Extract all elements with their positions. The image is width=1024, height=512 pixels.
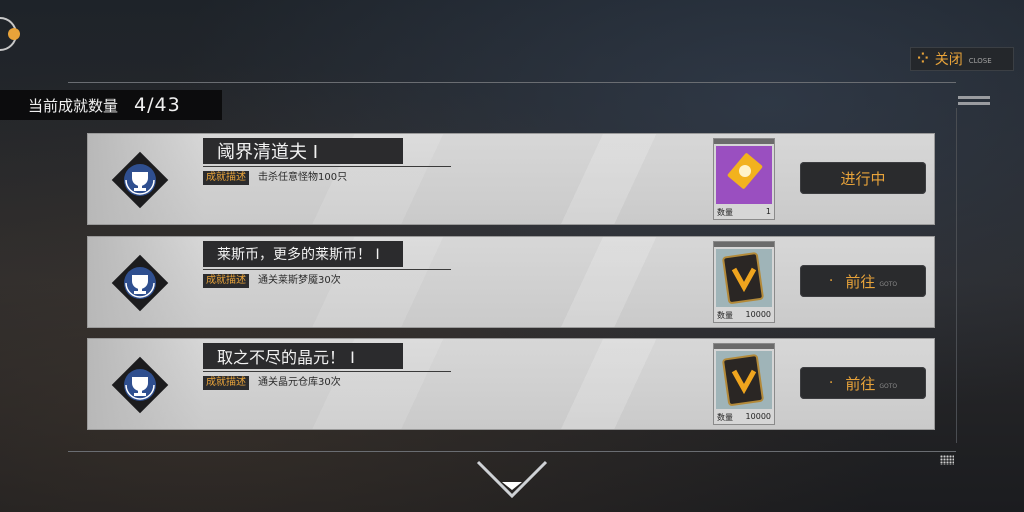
reward-strip [714,242,774,247]
close-icon: ⁘ [917,51,929,67]
menu-lines-icon [958,96,990,108]
trophy-badge-icon [111,151,169,209]
bottom-divider [68,451,956,452]
close-label: 关闭 [934,52,963,68]
dark-gold-card-icon [716,351,772,409]
achievement-desc: 通关莱斯梦魇30次 [258,275,341,286]
action-label: 前往 [845,272,876,291]
action-sub-label: GOTO [879,280,898,288]
trophy-badge-icon [111,254,169,312]
close-sub-label: CLOSE [968,57,992,65]
trophy-badge-icon [111,356,169,414]
title-underline [203,371,451,372]
reward-qty: 10000 [745,412,771,421]
close-button[interactable]: ⁘ 关闭 CLOSE [910,47,1014,71]
action-sub-label: GOTO [879,382,898,390]
action-dot: · [828,273,834,289]
reward-qty: 1 [765,207,771,216]
goto-button[interactable]: · 前往 GOTO [800,265,926,297]
in-progress-button[interactable]: 进行中 [800,162,926,194]
achievement-card: 取之不尽的晶元！ Ⅰ 成就描述 通关晶元仓库30次 数量 10000 · 前往 … [87,338,935,430]
achievement-count-label: 当前成就数量 [28,96,119,115]
title-underline [203,166,451,167]
title-underline [203,269,451,270]
dark-gold-card-icon [716,249,772,307]
grid-dots-icon [940,455,954,465]
top-divider [68,82,956,83]
action-label: 进行中 [840,169,886,188]
desc-tag: 成就描述 [203,376,249,390]
reward-item[interactable]: 数量 10000 [713,343,775,425]
reward-qty-label: 数量 [717,311,733,320]
achievement-title: 取之不尽的晶元！ Ⅰ [203,343,403,369]
reward-strip [714,344,774,349]
desc-tag: 成就描述 [203,171,249,185]
achievement-card: 阈界清道夫 Ⅰ 成就描述 击杀任意怪物100只 数量 1 进行中 [87,133,935,225]
achievement-desc: 击杀任意怪物100只 [258,172,348,183]
desc-tag: 成就描述 [203,274,249,288]
reward-qty: 10000 [745,310,771,319]
reward-item[interactable]: 数量 1 [713,138,775,220]
action-dot: · [828,375,834,391]
reward-qty-label: 数量 [717,208,733,217]
right-rail [956,108,957,443]
reward-item[interactable]: 数量 10000 [713,241,775,323]
achievement-count-bar: 当前成就数量 4/43 [0,90,222,120]
corner-ring-decoration [0,17,20,51]
achievement-card: 莱斯币，更多的莱斯币！ Ⅰ 成就描述 通关莱斯梦魇30次 数量 10000 · … [87,236,935,328]
achievement-title: 阈界清道夫 Ⅰ [203,138,403,164]
goto-button[interactable]: · 前往 GOTO [800,367,926,399]
scroll-down-chevron-icon[interactable] [476,460,548,500]
purple-gold-card-icon [716,146,772,204]
achievement-count-value: 4/43 [134,94,181,116]
reward-strip [714,139,774,144]
achievement-title: 莱斯币，更多的莱斯币！ Ⅰ [203,241,403,267]
reward-qty-label: 数量 [717,413,733,422]
achievement-desc: 通关晶元仓库30次 [258,377,341,388]
action-label: 前往 [845,374,876,393]
